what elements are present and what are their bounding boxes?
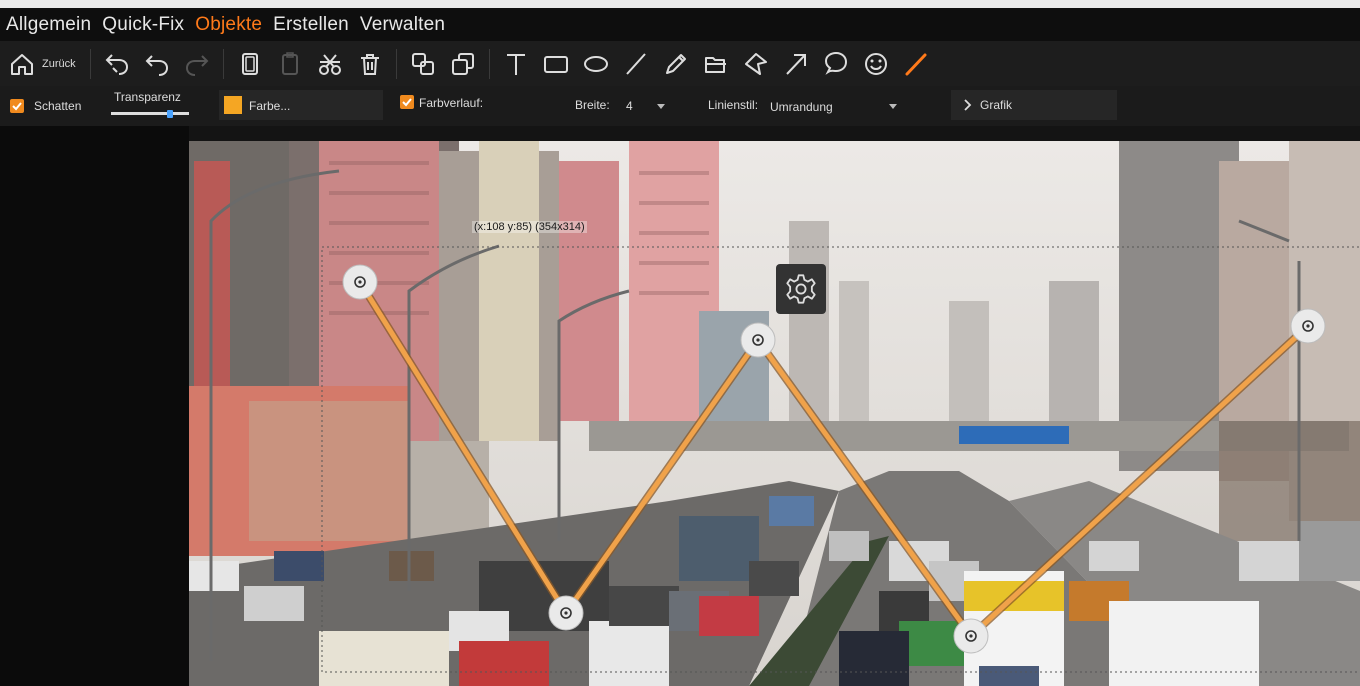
properties-bar: Schatten Transparenz Farbe... Farbverlau… xyxy=(0,86,1360,126)
linienstil-label: Linienstil: xyxy=(708,98,759,112)
smiley-icon xyxy=(864,52,887,75)
window-top-strip xyxy=(0,0,1360,8)
speech-bubble-tool-button[interactable] xyxy=(816,44,856,84)
toolbar-separator xyxy=(222,48,224,79)
undo-button[interactable] xyxy=(137,44,177,84)
group-icon xyxy=(411,52,434,75)
toolbar-separator xyxy=(395,48,397,79)
schatten-checkbox[interactable] xyxy=(10,99,24,113)
breite-label: Breite: xyxy=(575,98,610,112)
toolbar-separator xyxy=(89,48,91,79)
arrow-icon xyxy=(785,53,806,75)
gear-icon xyxy=(786,274,816,304)
breite-value[interactable]: 4 xyxy=(626,99,633,113)
line-tool-button[interactable] xyxy=(616,44,656,84)
smiley-tool-button[interactable] xyxy=(856,44,896,84)
ungroup-button[interactable] xyxy=(443,44,483,84)
linienstil-value[interactable]: Umrandung xyxy=(770,100,833,114)
image-canvas[interactable]: (x:108 y:85) (354x314) xyxy=(189,141,1360,686)
freeform-icon xyxy=(744,52,767,75)
undo-icon xyxy=(145,54,168,76)
line-icon xyxy=(625,52,646,75)
polyline-handle[interactable] xyxy=(548,595,584,631)
farbverlauf-checkbox[interactable] xyxy=(400,95,414,109)
cut-icon xyxy=(318,53,341,75)
redo-icon xyxy=(185,54,209,76)
menu-erstellen[interactable]: Erstellen xyxy=(267,14,354,36)
ungroup-icon xyxy=(451,52,474,75)
toolbar: Zurück xyxy=(0,41,1360,86)
polyline-handle[interactable] xyxy=(342,264,378,300)
group-button[interactable] xyxy=(403,44,443,84)
redo-button[interactable] xyxy=(177,44,217,84)
polygon-tool-button[interactable] xyxy=(696,44,736,84)
polyline-handle[interactable] xyxy=(1290,308,1326,344)
undo-history-icon xyxy=(105,53,128,75)
pencil-icon xyxy=(665,53,686,74)
home-icon xyxy=(11,53,33,75)
rectangle-tool-button[interactable] xyxy=(536,44,576,84)
checkmark-icon xyxy=(402,98,412,107)
back-label: Zurück xyxy=(42,57,76,70)
polyline-tool-button[interactable] xyxy=(896,44,936,84)
ellipse-icon xyxy=(583,55,608,72)
menu-bar: Allgemein Quick-Fix Objekte Erstellen Ve… xyxy=(0,8,1360,41)
polygon-icon xyxy=(704,56,726,73)
transparenz-slider-knob[interactable] xyxy=(166,110,173,118)
menu-objekte[interactable]: Objekte xyxy=(189,14,267,36)
ellipse-tool-button[interactable] xyxy=(576,44,616,84)
color-swatch xyxy=(224,96,242,114)
chevron-right-icon xyxy=(964,99,972,111)
farbe-button[interactable] xyxy=(219,90,383,120)
object-settings-button[interactable] xyxy=(776,264,826,314)
checkmark-icon xyxy=(12,102,22,111)
left-panel xyxy=(0,126,189,686)
undo-history-button[interactable] xyxy=(97,44,137,84)
pencil-tool-button[interactable] xyxy=(656,44,696,84)
copy-button[interactable] xyxy=(230,44,270,84)
text-icon xyxy=(506,53,525,75)
menu-allgemein[interactable]: Allgemein xyxy=(0,14,96,36)
toolbar-separator xyxy=(488,48,490,79)
delete-icon xyxy=(360,53,379,75)
linienstil-dropdown-arrow[interactable] xyxy=(889,104,897,109)
polyline-handle[interactable] xyxy=(740,322,776,358)
rectangle-icon xyxy=(543,55,568,73)
arrow-tool-button[interactable] xyxy=(776,44,816,84)
schatten-label: Schatten xyxy=(34,99,82,113)
paste-icon xyxy=(281,51,298,75)
text-tool-button[interactable] xyxy=(496,44,536,84)
polyline-handle[interactable] xyxy=(953,618,989,654)
copy-icon xyxy=(241,52,258,75)
grafik-label: Grafik xyxy=(980,98,1013,112)
street-photo xyxy=(189,141,1360,686)
transparenz-label: Transparenz xyxy=(114,90,181,104)
paste-button[interactable] xyxy=(270,44,310,84)
menu-verwalten[interactable]: Verwalten xyxy=(354,14,450,36)
farbe-label: Farbe... xyxy=(249,99,291,113)
grafik-button[interactable] xyxy=(951,90,1117,120)
back-button[interactable]: Zurück xyxy=(0,44,84,84)
breite-dropdown-arrow[interactable] xyxy=(657,104,665,109)
speech-bubble-icon xyxy=(824,51,847,75)
polyline-icon xyxy=(905,53,927,75)
freeform-tool-button[interactable] xyxy=(736,44,776,84)
menu-quick-fix[interactable]: Quick-Fix xyxy=(96,14,189,36)
cut-button[interactable] xyxy=(310,44,350,84)
selection-info: (x:108 y:85) (354x314) xyxy=(472,221,587,233)
farbverlauf-label: Farbverlauf: xyxy=(419,96,484,110)
transparenz-slider[interactable] xyxy=(111,112,189,115)
delete-button[interactable] xyxy=(350,44,390,84)
